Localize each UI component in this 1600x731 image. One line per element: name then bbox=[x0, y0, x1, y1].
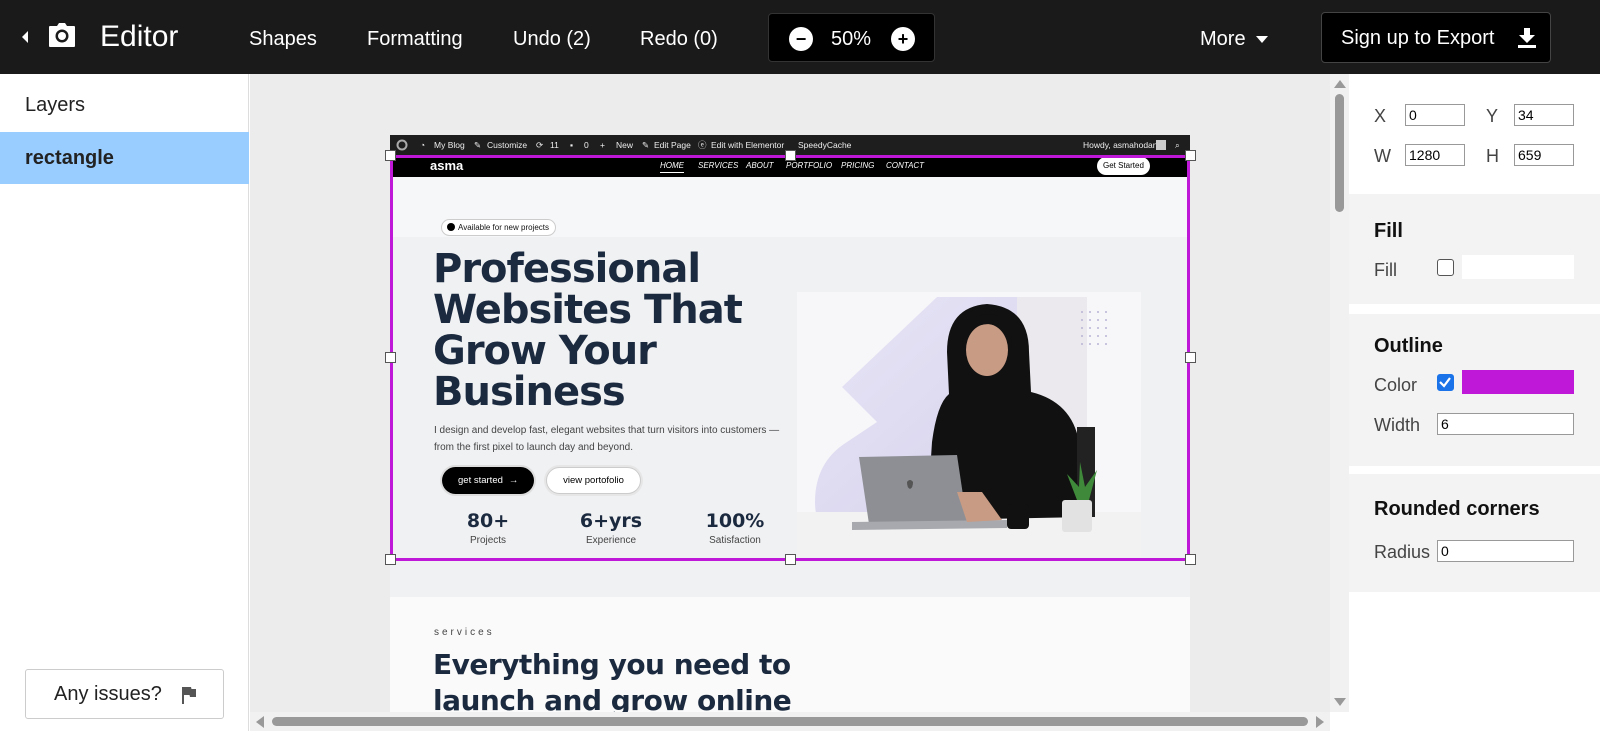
zoom-in-button[interactable]: + bbox=[891, 27, 915, 51]
wp-howdy: Howdy, asmahodan bbox=[1083, 140, 1158, 150]
outline-section: Outline Color Width bbox=[1349, 314, 1600, 466]
avatar bbox=[1156, 140, 1166, 150]
menu-formatting[interactable]: Formatting bbox=[367, 26, 463, 52]
properties-panel: X Y W H Fill Fill Outline Color Width Ro… bbox=[1349, 74, 1600, 731]
outline-heading: Outline bbox=[1374, 335, 1443, 357]
selected-rectangle[interactable] bbox=[390, 155, 1190, 561]
fill-heading: Fill bbox=[1374, 220, 1403, 242]
scroll-down-icon[interactable] bbox=[1334, 698, 1346, 706]
export-label: Sign up to Export bbox=[1341, 27, 1495, 49]
resize-handle-n[interactable] bbox=[785, 150, 796, 161]
color-label: Color bbox=[1374, 375, 1418, 395]
redo-button[interactable]: Redo (0) bbox=[640, 26, 718, 52]
menu-shapes[interactable]: Shapes bbox=[249, 26, 317, 52]
wp-new: New bbox=[616, 140, 634, 150]
corners-heading: Rounded corners bbox=[1374, 498, 1540, 520]
scroll-left-icon[interactable] bbox=[256, 716, 264, 728]
export-button[interactable]: Sign up to Export bbox=[1321, 12, 1551, 63]
vertical-scroll-thumb[interactable] bbox=[1335, 94, 1344, 212]
y-label: Y bbox=[1486, 106, 1499, 126]
fill-label: Fill bbox=[1374, 260, 1397, 280]
y-input[interactable] bbox=[1514, 104, 1574, 126]
fill-checkbox[interactable] bbox=[1437, 259, 1454, 276]
more-label: More bbox=[1200, 28, 1246, 50]
resize-handle-s[interactable] bbox=[785, 554, 796, 565]
more-menu[interactable]: More bbox=[1200, 26, 1268, 52]
w-input[interactable] bbox=[1405, 144, 1465, 166]
app-title: Editor bbox=[100, 20, 179, 53]
elementor-icon: ⓔ bbox=[698, 140, 707, 150]
wp-customize: Customize bbox=[487, 140, 528, 150]
zoom-level: 50% bbox=[831, 28, 872, 50]
plus-icon: + bbox=[600, 140, 605, 150]
x-label: X bbox=[1374, 106, 1387, 126]
vertical-scrollbar[interactable] bbox=[1330, 74, 1349, 712]
services-heading: Everything you need to launch and grow o… bbox=[433, 648, 792, 712]
wp-dashboard-icon: ◔ bbox=[420, 140, 426, 150]
search-icon: ⌕ bbox=[1175, 140, 1180, 150]
back-arrow-icon[interactable] bbox=[18, 26, 32, 48]
fill-color-swatch[interactable] bbox=[1462, 255, 1574, 279]
top-toolbar: Editor Shapes Formatting Undo (2) Redo (… bbox=[0, 0, 1600, 74]
wp-elementor: Edit with Elementor bbox=[711, 140, 785, 150]
resize-handle-e[interactable] bbox=[1185, 352, 1196, 363]
services-eyebrow: services bbox=[434, 627, 495, 638]
scroll-right-icon[interactable] bbox=[1316, 716, 1324, 728]
corners-section: Rounded corners Radius bbox=[1349, 474, 1600, 592]
resize-handle-w[interactable] bbox=[385, 352, 396, 363]
pencil-icon: ✎ bbox=[642, 140, 650, 150]
layer-item-rectangle[interactable]: rectangle bbox=[0, 132, 249, 184]
resize-handle-se[interactable] bbox=[1185, 554, 1196, 565]
resize-handle-sw[interactable] bbox=[385, 554, 396, 565]
scroll-up-icon[interactable] bbox=[1334, 80, 1346, 88]
w-label: W bbox=[1374, 146, 1391, 166]
width-label: Width bbox=[1374, 415, 1421, 435]
resize-handle-ne[interactable] bbox=[1185, 150, 1196, 161]
radius-label: Radius bbox=[1374, 542, 1431, 562]
wp-editpage: Edit Page bbox=[654, 140, 691, 150]
fill-section: Fill Fill bbox=[1349, 194, 1600, 304]
wp-myblog: My Blog bbox=[434, 140, 465, 150]
wordpress-icon bbox=[396, 139, 408, 151]
wp-speedycache: SpeedyCache bbox=[798, 140, 852, 150]
horizontal-scrollbar[interactable] bbox=[250, 712, 1330, 731]
layers-title: Layers bbox=[25, 94, 86, 116]
brush-icon: ✎ bbox=[474, 140, 482, 150]
undo-button[interactable]: Undo (2) bbox=[513, 26, 591, 52]
camera-icon[interactable] bbox=[48, 22, 76, 48]
wp-comments: 0 bbox=[584, 140, 589, 150]
zoom-control: − 50% + bbox=[768, 13, 935, 62]
outline-width-input[interactable] bbox=[1437, 413, 1574, 435]
h-input[interactable] bbox=[1514, 144, 1574, 166]
issues-label: Any issues? bbox=[54, 683, 162, 705]
outline-color-checkbox[interactable] bbox=[1437, 374, 1454, 391]
outline-color-swatch[interactable] bbox=[1462, 370, 1574, 394]
caret-down-icon bbox=[1255, 36, 1268, 44]
checkmark-icon bbox=[1439, 377, 1451, 388]
wp-updates: 11 bbox=[550, 140, 559, 150]
x-input[interactable] bbox=[1405, 104, 1465, 126]
flag-icon bbox=[182, 687, 196, 704]
radius-input[interactable] bbox=[1437, 540, 1574, 562]
editor-canvas[interactable]: ◔ My Blog ✎ Customize ⟳ 11 ▪ 0 + New ✎ E… bbox=[250, 74, 1330, 712]
h-label: H bbox=[1486, 146, 1499, 166]
resize-handle-nw[interactable] bbox=[385, 150, 396, 161]
zoom-out-button[interactable]: − bbox=[789, 27, 813, 51]
issues-button[interactable]: Any issues? bbox=[25, 669, 224, 719]
layers-panel: Layers rectangle Any issues? bbox=[0, 74, 249, 731]
comment-icon: ▪ bbox=[570, 140, 574, 150]
updates-icon: ⟳ bbox=[536, 140, 544, 150]
download-icon bbox=[1518, 28, 1536, 48]
horizontal-scroll-thumb[interactable] bbox=[272, 717, 1308, 726]
